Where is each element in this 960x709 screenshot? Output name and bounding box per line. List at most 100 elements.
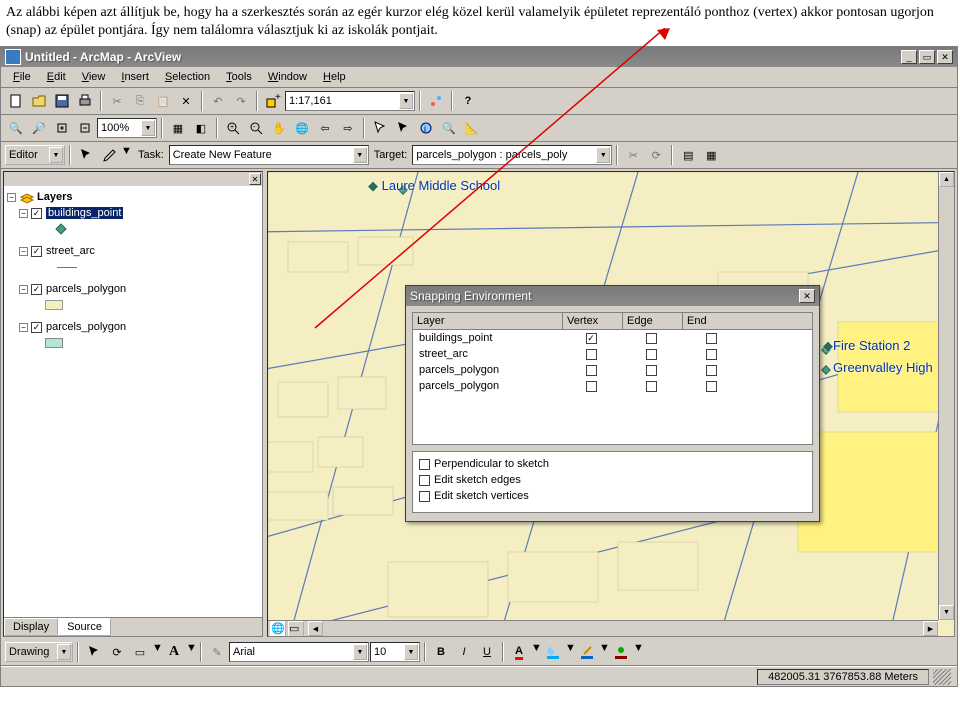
print-button[interactable] bbox=[74, 90, 96, 112]
paste-button[interactable]: 📋 bbox=[152, 90, 174, 112]
scroll-right-button[interactable]: ▶ bbox=[923, 621, 938, 636]
shape-dropdown[interactable]: ▼ bbox=[152, 642, 162, 662]
collapse-icon[interactable]: − bbox=[19, 323, 28, 332]
collapse-icon[interactable]: − bbox=[19, 247, 28, 256]
identify-button[interactable]: i bbox=[415, 117, 437, 139]
end-checkbox[interactable] bbox=[706, 349, 717, 360]
redo-button[interactable]: ↷ bbox=[230, 90, 252, 112]
close-button[interactable]: ✕ bbox=[937, 50, 953, 64]
drawing-menu[interactable]: Drawing▼ bbox=[5, 642, 73, 662]
fixed-zoom-in-button[interactable] bbox=[51, 117, 73, 139]
edge-checkbox[interactable] bbox=[646, 349, 657, 360]
zoom-combo[interactable]: 100%▼ bbox=[97, 118, 157, 138]
menu-view[interactable]: View bbox=[74, 69, 114, 85]
layer-row[interactable]: − ✓ street_arc bbox=[7, 243, 259, 259]
scroll-left-button[interactable]: ◀ bbox=[308, 621, 323, 636]
data-view-tab[interactable]: 🌐 bbox=[270, 621, 286, 637]
marker-color-dropdown[interactable]: ▼ bbox=[633, 642, 643, 662]
editor-menu[interactable]: Editor▼ bbox=[5, 145, 65, 165]
font-color-button[interactable]: A bbox=[508, 641, 530, 663]
vertex-checkbox[interactable] bbox=[586, 349, 597, 360]
edit-vertices-button[interactable]: ✎ bbox=[206, 641, 228, 663]
collapse-icon[interactable]: − bbox=[19, 285, 28, 294]
font-size-combo[interactable]: 10▼ bbox=[370, 642, 420, 662]
scroll-up-button[interactable]: ▲ bbox=[939, 172, 954, 187]
toggle-1-button[interactable]: ▦ bbox=[167, 117, 189, 139]
tab-source[interactable]: Source bbox=[58, 618, 111, 636]
collapse-icon[interactable]: − bbox=[19, 209, 28, 218]
snap-option[interactable]: Edit sketch vertices bbox=[419, 488, 806, 504]
prev-extent-button[interactable]: ⇦ bbox=[314, 117, 336, 139]
layers-root[interactable]: − Layers bbox=[7, 189, 259, 205]
zoom-out-button[interactable]: 🔎 bbox=[28, 117, 50, 139]
target-combo[interactable]: parcels_polygon : parcels_poly▼ bbox=[412, 145, 612, 165]
fill-color-button[interactable] bbox=[542, 641, 564, 663]
menu-file[interactable]: File bbox=[5, 69, 39, 85]
sketch-tool-dropdown[interactable]: ▼ bbox=[121, 145, 133, 165]
bold-button[interactable]: B bbox=[430, 641, 452, 663]
vertex-checkbox[interactable] bbox=[586, 381, 597, 392]
next-extent-button[interactable]: ⇨ bbox=[337, 117, 359, 139]
rotate-button[interactable]: ⟳ bbox=[645, 144, 667, 166]
layer-checkbox[interactable]: ✓ bbox=[31, 322, 42, 333]
maximize-button[interactable]: ▭ bbox=[919, 50, 935, 64]
zoom-out-icon[interactable]: - bbox=[245, 117, 267, 139]
menu-help[interactable]: Help bbox=[315, 69, 354, 85]
line-color-dropdown[interactable]: ▼ bbox=[599, 642, 609, 662]
edge-checkbox[interactable] bbox=[646, 381, 657, 392]
sketch-tool-button[interactable] bbox=[98, 144, 120, 166]
tab-display[interactable]: Display bbox=[4, 618, 58, 636]
scroll-down-button[interactable]: ▼ bbox=[939, 605, 954, 620]
find-button[interactable]: 🔍 bbox=[438, 117, 460, 139]
select-elements-button[interactable] bbox=[83, 641, 105, 663]
resize-grip-icon[interactable] bbox=[933, 669, 951, 685]
horizontal-scrollbar[interactable]: 🌐 ▭ ◀ ▶ bbox=[268, 620, 938, 636]
edge-checkbox[interactable] bbox=[646, 333, 657, 344]
underline-button[interactable]: U bbox=[476, 641, 498, 663]
save-button[interactable] bbox=[51, 90, 73, 112]
chevron-down-icon[interactable]: ▼ bbox=[141, 120, 155, 136]
layer-row[interactable]: − ✓ parcels_polygon bbox=[7, 281, 259, 297]
toggle-2-button[interactable]: ◧ bbox=[190, 117, 212, 139]
font-color-dropdown[interactable]: ▼ bbox=[531, 642, 541, 662]
marker-color-button[interactable] bbox=[610, 641, 632, 663]
chevron-down-icon[interactable]: ▼ bbox=[353, 644, 367, 660]
pan-button[interactable]: ✋ bbox=[268, 117, 290, 139]
chevron-down-icon[interactable]: ▼ bbox=[57, 644, 71, 660]
italic-button[interactable]: I bbox=[453, 641, 475, 663]
vertex-checkbox[interactable] bbox=[586, 365, 597, 376]
vertex-checkbox[interactable]: ✓ bbox=[586, 333, 597, 344]
split-button[interactable]: ✂ bbox=[622, 144, 644, 166]
copy-button[interactable]: ⎘ bbox=[129, 90, 151, 112]
layer-checkbox[interactable]: ✓ bbox=[31, 284, 42, 295]
edge-checkbox[interactable] bbox=[646, 365, 657, 376]
chevron-down-icon[interactable]: ▼ bbox=[353, 147, 367, 163]
collapse-icon[interactable]: − bbox=[7, 193, 16, 202]
option-checkbox[interactable] bbox=[419, 491, 430, 502]
add-data-button[interactable]: + bbox=[262, 90, 284, 112]
layer-checkbox[interactable]: ✓ bbox=[31, 208, 42, 219]
scale-combo[interactable]: 1:17,161▼ bbox=[285, 91, 415, 111]
select-features-button[interactable] bbox=[392, 117, 414, 139]
help-button[interactable]: ? bbox=[457, 90, 479, 112]
snapping-close-button[interactable]: ✕ bbox=[799, 289, 815, 303]
delete-button[interactable]: ✕ bbox=[175, 90, 197, 112]
snapping-titlebar[interactable]: Snapping Environment ✕ bbox=[406, 286, 819, 306]
menu-tools[interactable]: Tools bbox=[218, 69, 260, 85]
menu-window[interactable]: Window bbox=[260, 69, 315, 85]
select-elements-button[interactable] bbox=[369, 117, 391, 139]
layer-row[interactable]: − ✓ parcels_polygon bbox=[7, 319, 259, 335]
sketch-props-button[interactable]: ▦ bbox=[700, 144, 722, 166]
menu-insert[interactable]: Insert bbox=[113, 69, 157, 85]
layout-view-tab[interactable]: ▭ bbox=[288, 621, 304, 637]
edit-pointer-button[interactable] bbox=[75, 144, 97, 166]
option-checkbox[interactable] bbox=[419, 475, 430, 486]
line-color-button[interactable] bbox=[576, 641, 598, 663]
full-extent-button[interactable]: 🌐 bbox=[291, 117, 313, 139]
menu-edit[interactable]: Edit bbox=[39, 69, 74, 85]
zoom-in-icon[interactable]: + bbox=[222, 117, 244, 139]
rectangle-button[interactable]: ▭ bbox=[129, 641, 151, 663]
attributes-button[interactable]: ▤ bbox=[677, 144, 699, 166]
chevron-down-icon[interactable]: ▼ bbox=[49, 147, 63, 163]
end-checkbox[interactable] bbox=[706, 365, 717, 376]
